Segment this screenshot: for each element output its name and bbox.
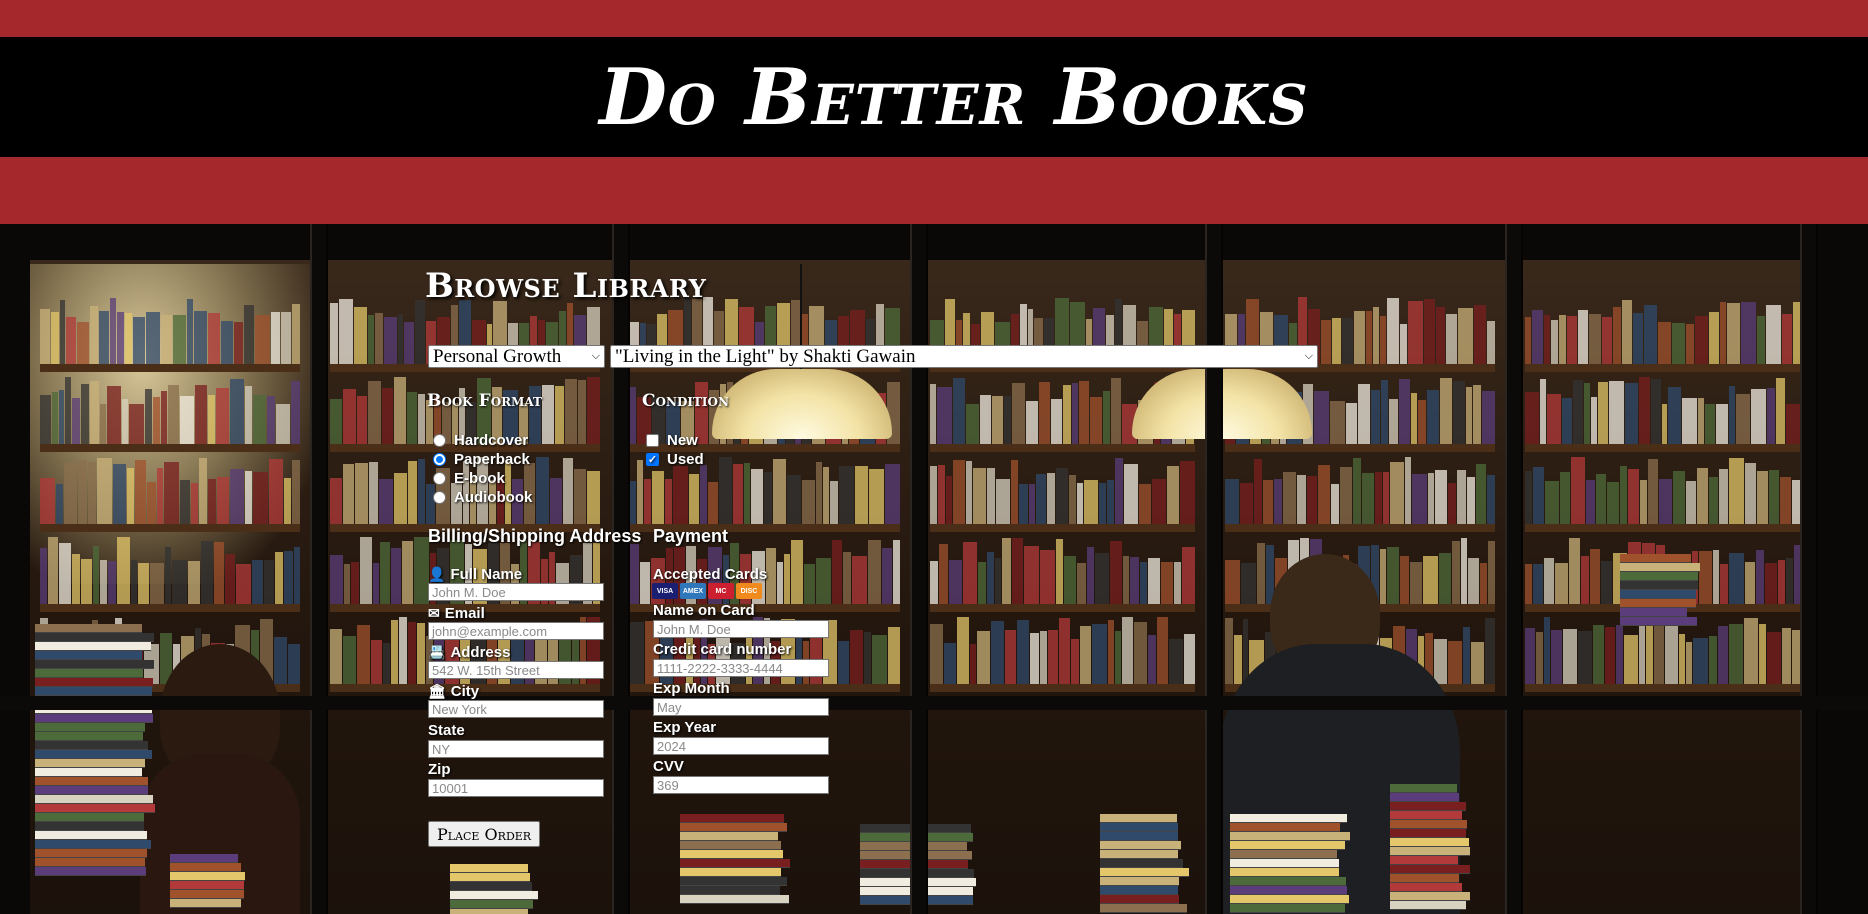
checkbox-checked[interactable]: ✓ [646,452,659,466]
cvv-label: CVV [653,757,684,775]
accepted-cards: VISA AMEX MC DISC [652,583,762,599]
condition-option-used[interactable]: ✓ Used [646,450,704,468]
institution-icon: 🏛 [428,682,446,699]
mastercard-icon: MC [708,583,734,599]
order-form: Browse Library Personal Growth ⌵ "Living … [0,0,1868,914]
checkbox[interactable] [646,433,659,447]
discover-card-icon: DISC [736,583,762,599]
format-option-audiobook[interactable]: Audiobook [433,488,532,506]
card-number-input[interactable]: 1111-2222-3333-4444 [653,659,829,677]
radio-button-selected[interactable] [433,452,446,466]
book-format-heading: Book Format [427,391,542,411]
address-label: 📇 Address [428,643,511,661]
place-order-button[interactable]: Place Order [428,821,541,847]
format-option-paperback[interactable]: Paperback [433,450,530,468]
format-option-ebook[interactable]: E-book [433,469,505,487]
page-title: Browse Library [425,266,707,306]
zip-label: Zip [428,760,451,778]
format-option-hardcover[interactable]: Hardcover [433,431,528,449]
exp-month-label: Exp Month [653,679,730,697]
city-label: 🏛 City [428,682,480,700]
visa-card-icon: VISA [652,583,678,599]
exp-year-input[interactable]: 2024 [653,737,829,755]
envelope-icon: ✉ [428,604,440,621]
full-name-label: 👤 Full Name [428,565,523,583]
condition-option-new[interactable]: New [646,431,698,449]
full-name-input[interactable]: John M. Doe [428,583,604,601]
address-input[interactable]: 542 W. 15th Street [428,661,604,679]
book-select[interactable]: "Living in the Light" by Shakti Gawain ⌵ [610,345,1318,368]
cvv-input[interactable]: 369 [653,776,829,794]
radio-button[interactable] [433,433,446,447]
chevron-down-icon: ⌵ [1304,350,1313,362]
exp-month-input[interactable]: May [653,698,829,716]
user-icon: 👤 [428,565,446,582]
address-card-icon: 📇 [428,643,446,660]
accepted-cards-label: Accepted Cards [653,565,768,583]
state-label: State [428,721,465,739]
name-on-card-label: Name on Card [653,601,755,619]
email-label: ✉ Email [428,604,485,622]
radio-button[interactable] [433,490,446,504]
card-number-label: Credit card number [653,640,792,658]
payment-heading: Payment [653,526,729,546]
city-input[interactable]: New York [428,700,604,718]
condition-heading: Condition [642,391,729,411]
chevron-down-icon: ⌵ [591,350,600,362]
name-on-card-input[interactable]: John M. Doe [653,620,829,638]
state-input[interactable]: NY [428,740,604,758]
zip-input[interactable]: 10001 [428,779,604,797]
amex-card-icon: AMEX [680,583,706,599]
radio-button[interactable] [433,471,446,485]
category-select[interactable]: Personal Growth ⌵ [428,345,605,368]
exp-year-label: Exp Year [653,718,717,736]
email-input[interactable]: john@example.com [428,622,604,640]
billing-heading: Billing/Shipping Address [428,526,642,546]
